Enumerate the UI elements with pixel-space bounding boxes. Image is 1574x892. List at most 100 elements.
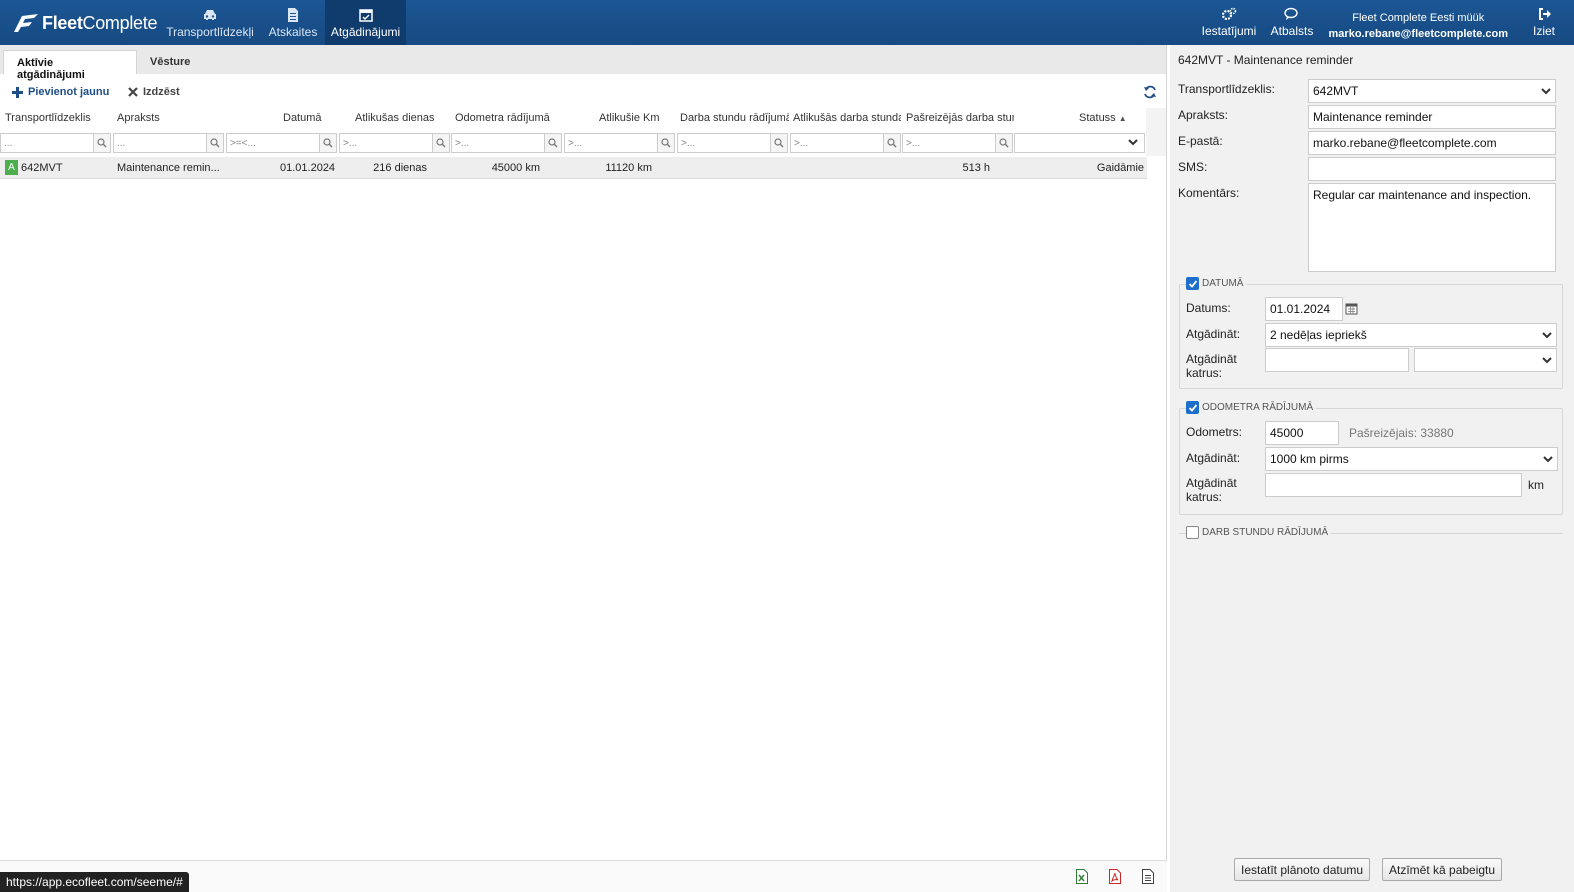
calendar-picker-icon[interactable] — [1345, 302, 1358, 315]
status-header-label: Statuss — [1079, 112, 1116, 124]
filter-description-search-icon[interactable] — [206, 133, 224, 153]
nav-reports-label: Atskaites — [268, 25, 318, 39]
filter-engine-hours-search-icon[interactable] — [770, 133, 788, 153]
pdf-export-icon[interactable] — [1109, 869, 1121, 884]
column-header-status[interactable]: Statuss ▲ — [1079, 112, 1129, 124]
column-header-vehicle[interactable]: Transportlīdzeklis — [5, 112, 110, 124]
cell-description: Maintenance remin... — [117, 162, 220, 174]
filter-description[interactable]: ... — [113, 133, 207, 153]
add-new-button[interactable]: Pievienot jaunu — [12, 86, 109, 98]
text-export-icon[interactable] — [1142, 869, 1154, 884]
filter-current-hours[interactable]: >... — [902, 133, 996, 153]
filter-odometer[interactable]: >... — [451, 133, 545, 153]
column-header-current-hours[interactable]: Pašreizējās darba stundas — [906, 112, 1014, 124]
nav-support-label: Atbalsts — [1270, 24, 1314, 38]
odometer-checkbox[interactable] — [1186, 401, 1199, 414]
refresh-icon[interactable] — [1143, 85, 1157, 99]
date-repeat-unit-select[interactable] — [1414, 348, 1557, 372]
nav-reminders[interactable]: Atgādinājumi — [325, 0, 406, 45]
vehicle-select-value: 642MVT — [1313, 84, 1359, 98]
engine-hours-section-title: DARB STUNDU RĀDĪJUMĀ — [1202, 527, 1329, 538]
column-header-description[interactable]: Apraksts — [117, 112, 217, 124]
column-header-days-left[interactable]: Atlikušas dienas — [355, 112, 450, 124]
filter-km-left[interactable]: >... — [564, 133, 658, 153]
logo-icon — [14, 14, 38, 32]
odometer-remind-select[interactable]: 1000 km pirms — [1265, 447, 1558, 471]
odometer-input[interactable]: 45000 — [1265, 421, 1339, 445]
close-icon — [128, 87, 138, 97]
set-planned-date-button[interactable]: Iestatīt plānoto datumu — [1234, 858, 1371, 881]
filter-date[interactable]: >=<... — [226, 133, 320, 153]
nav-support[interactable]: Atbalsts — [1266, 0, 1318, 45]
date-remind-value: 2 nedēļas iepriekš — [1270, 328, 1367, 342]
logo-text-fleet: Fleet — [42, 12, 83, 33]
fleet-complete-logo[interactable]: FleetComplete — [12, 8, 157, 38]
delete-button[interactable]: Izdzēst — [128, 86, 180, 98]
odometer-repeat-input[interactable] — [1265, 473, 1522, 497]
filter-vehicle-search-icon[interactable] — [93, 133, 111, 153]
comment-textarea[interactable]: Regular car maintenance and inspection. — [1308, 183, 1556, 272]
company-name: Fleet Complete Eesti müük — [1352, 12, 1485, 24]
cell-status: Gaidāmie — [1096, 162, 1144, 174]
gears-icon — [1221, 7, 1237, 21]
date-remind-select[interactable]: 2 nedēļas iepriekš — [1265, 323, 1557, 347]
email-input[interactable]: marko.rebane@fleetcomplete.com — [1308, 131, 1556, 155]
odometer-repeat-label-line1: Atgādināt — [1186, 476, 1237, 490]
filter-days-left-search-icon[interactable] — [432, 133, 450, 153]
account-info[interactable]: Fleet Complete Eesti müük marko.rebane@f… — [1329, 10, 1508, 42]
filter-vehicle[interactable]: ... — [0, 133, 94, 153]
grid-header: Transportlīdzeklis Apraksts Datumā Atlik… — [0, 108, 1147, 130]
odometer-remind-label: Atgādināt: — [1186, 451, 1241, 465]
date-input[interactable]: 01.01.2024 — [1265, 297, 1343, 321]
column-header-hours-left[interactable]: Atlikušās darba stundas — [793, 112, 901, 124]
filter-km-left-search-icon[interactable] — [657, 133, 675, 153]
cell-current-hours: 513 h — [962, 162, 990, 174]
vehicle-select[interactable]: 642MVT — [1308, 79, 1556, 103]
description-label: Apraksts: — [1178, 108, 1229, 122]
cell-date: 01.01.2024 — [280, 162, 336, 174]
nav-vehicles[interactable]: Transportlīdzekļi — [160, 0, 260, 45]
filter-date-search-icon[interactable] — [319, 133, 337, 153]
tab-active-reminders[interactable]: Aktīvie atgādinājumi — [3, 50, 137, 81]
column-header-engine-hours[interactable]: Darba stundu rādījumā — [680, 112, 789, 124]
nav-logout[interactable]: Iziet — [1526, 0, 1562, 45]
tab-history[interactable]: Vēsture — [137, 50, 203, 74]
grid-toolbar: Pievienot jaunu Izdzēst — [0, 83, 1167, 103]
chevron-down-icon[interactable] — [1127, 136, 1139, 151]
engine-hours-section-legend[interactable]: DARB STUNDU RĀDĪJUMĀ — [1186, 526, 1332, 539]
grid-header-scrollbar — [1146, 108, 1166, 156]
date-checkbox[interactable] — [1186, 277, 1199, 290]
filter-hours-left-search-icon[interactable] — [883, 133, 901, 153]
plus-icon — [12, 86, 23, 98]
user-email: marko.rebane@fleetcomplete.com — [1328, 28, 1508, 40]
date-repeat-input[interactable] — [1265, 348, 1409, 372]
filter-status-select[interactable] — [1014, 133, 1145, 153]
filter-current-hours-search-icon[interactable] — [995, 133, 1013, 153]
filter-engine-hours[interactable]: >... — [677, 133, 771, 153]
description-input[interactable]: Maintenance reminder — [1308, 105, 1556, 129]
car-icon — [204, 10, 216, 20]
detail-title: 642MVT - Maintenance reminder — [1178, 53, 1354, 67]
column-header-km-left[interactable]: Atlikušie Km — [599, 112, 669, 124]
logout-icon — [1539, 8, 1551, 20]
chevron-down-icon — [1537, 80, 1555, 102]
sms-input[interactable] — [1308, 157, 1556, 181]
odometer-label: Odometrs: — [1186, 425, 1243, 439]
filter-odometer-search-icon[interactable] — [544, 133, 562, 153]
engine-hours-checkbox[interactable] — [1186, 526, 1199, 539]
odometer-section-legend[interactable]: ODOMETRA RĀDĪJUMĀ — [1186, 401, 1317, 414]
excel-export-icon[interactable] — [1076, 869, 1088, 884]
km-unit-label: km — [1528, 478, 1544, 492]
table-row[interactable]: A 642MVT Maintenance remin... 01.01.2024… — [0, 157, 1147, 179]
nav-settings[interactable]: Iestatījumi — [1198, 0, 1260, 45]
chevron-down-icon — [1539, 448, 1557, 470]
nav-reports[interactable]: Atskaites — [262, 0, 324, 45]
mark-as-done-button[interactable]: Atzīmēt kā pabeigtu — [1382, 858, 1503, 881]
filter-hours-left[interactable]: >... — [790, 133, 884, 153]
browser-status-url: https://app.ecofleet.com/seeme/# — [0, 872, 189, 892]
column-header-date[interactable]: Datumā — [283, 112, 328, 124]
filter-days-left[interactable]: >... — [339, 133, 433, 153]
vehicle-label: Transportlīdzeklis: — [1178, 82, 1275, 96]
column-header-odometer[interactable]: Odometra rādījumā — [455, 112, 560, 124]
date-section-legend[interactable]: DATUMĀ — [1186, 277, 1247, 290]
